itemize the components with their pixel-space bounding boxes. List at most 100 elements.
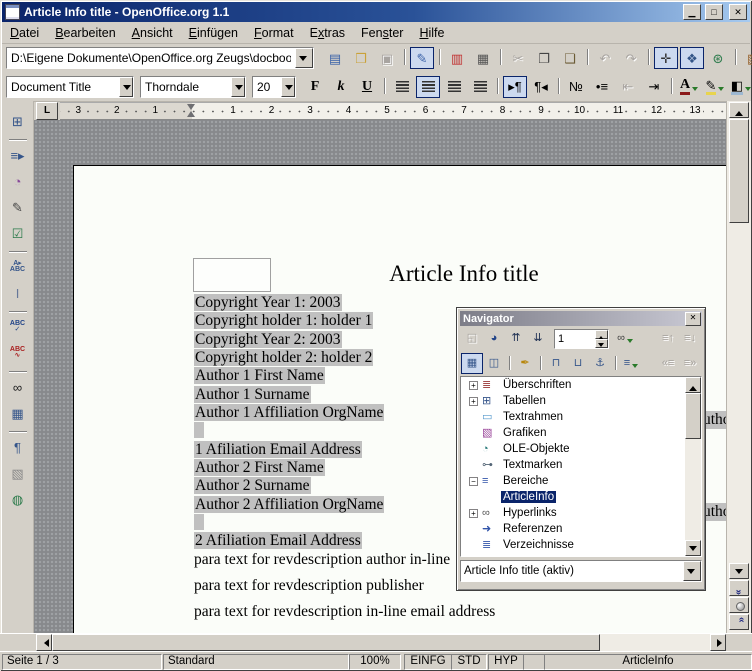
navigator-item-textrahmen[interactable]: ▭ Textrahmen	[461, 409, 701, 425]
set-reminder[interactable]: ✒	[514, 353, 536, 374]
underline[interactable]: U	[355, 76, 379, 98]
doc-line[interactable]: 1 Afiliation Email Address	[194, 441, 384, 459]
footer-toggle[interactable]: ⊔	[567, 353, 589, 374]
cut[interactable]: ✂	[506, 47, 530, 69]
insert-fields[interactable]: ≡▸	[6, 144, 30, 166]
tree-scroll-down-button[interactable]	[685, 540, 701, 556]
align-left[interactable]	[390, 76, 414, 98]
doc-line[interactable]: Author 1 Surname	[194, 386, 384, 404]
status-hyperlink-mode[interactable]: HYP	[488, 654, 524, 670]
tree-expander[interactable]: +	[469, 381, 482, 390]
menu-einfuegen[interactable]: Einfügen	[181, 24, 246, 42]
bold[interactable]: F	[303, 76, 327, 98]
style-dropdown-button[interactable]	[119, 77, 133, 97]
drag-mode[interactable]: ∞	[614, 328, 636, 349]
spin-up-button[interactable]	[595, 330, 608, 339]
menu-hilfe[interactable]: Hilfe	[411, 24, 452, 42]
spellcheck[interactable]: ABC ✓	[6, 316, 30, 338]
doc-line[interactable]	[194, 422, 384, 440]
increase-indent[interactable]: ⇥	[642, 76, 666, 98]
tree-scroll-up-button[interactable]	[685, 377, 701, 393]
direct-cursor[interactable]: I	[6, 282, 30, 304]
tree-expander[interactable]	[469, 429, 482, 438]
copy[interactable]: ❐	[532, 47, 556, 69]
navigator-tree-scrollbar[interactable]	[685, 377, 701, 556]
doc-paragraph[interactable]: para text for revdescription publisher	[194, 576, 495, 602]
nonprinting-characters[interactable]: ¶	[6, 436, 30, 458]
edit-file[interactable]: ✎	[410, 47, 434, 69]
doc-line[interactable]: Author 2 First Name	[194, 459, 384, 477]
navigator-item-grafiken[interactable]: ▧ Grafiken	[461, 425, 701, 441]
spin-down-button[interactable]	[595, 339, 608, 348]
status-insert-mode[interactable]: EINFG	[404, 654, 452, 670]
url-input[interactable]	[7, 48, 295, 68]
vertical-scrollbar[interactable]: « «	[726, 101, 751, 633]
open-document[interactable]: ❒	[349, 47, 373, 69]
promote-chapter[interactable]: ≡↑	[657, 328, 679, 349]
menu-datei[interactable]: Datei	[2, 24, 47, 42]
menu-format[interactable]: Format	[246, 24, 302, 42]
doc-line[interactable]: Author 1 First Name	[194, 367, 384, 385]
left-to-right[interactable]: ▸¶	[503, 76, 527, 98]
tree-expander[interactable]: +	[469, 509, 482, 518]
export-pdf[interactable]: ▥	[445, 47, 469, 69]
navigator-document-dropdown-button[interactable]	[683, 561, 701, 581]
decrease-indent[interactable]: ⇤	[616, 76, 640, 98]
page-number-input[interactable]	[555, 330, 595, 348]
list-box-on-off[interactable]: ▦	[461, 353, 483, 374]
italic[interactable]: k	[329, 76, 353, 98]
navigator-title-bar[interactable]: Navigator ✕	[460, 311, 702, 326]
navigation-dot-button[interactable]	[729, 597, 749, 613]
tree-expander[interactable]	[469, 461, 482, 470]
numbering-on-off[interactable]: №	[564, 76, 588, 98]
doc-line[interactable]: Copyright holder 1: holder 1	[194, 312, 384, 330]
navigator-item-referenzen[interactable]: ➜ Referenzen	[461, 521, 701, 537]
scroll-up-button[interactable]	[729, 102, 749, 118]
tree-expander[interactable]: −	[469, 477, 482, 486]
hyperlink-dialog[interactable]: ⊛	[706, 47, 730, 69]
gallery[interactable]: ▧	[741, 47, 752, 69]
doc-line[interactable]: Copyright Year 1: 2003	[194, 294, 384, 312]
previous-object[interactable]: ⇈	[505, 328, 527, 349]
menu-ansicht[interactable]: Ansicht	[124, 24, 181, 42]
close-button[interactable]: ✕	[729, 4, 747, 20]
doc-line[interactable]: Author 1 Affiliation OrgName	[194, 404, 384, 422]
tab-type-selector[interactable]: L	[36, 102, 58, 120]
navigator-item-textmarken[interactable]: ⊶ Textmarken	[461, 457, 701, 473]
insert-object[interactable]: ◔	[6, 170, 30, 192]
highlighting[interactable]: ✎	[703, 76, 727, 98]
navigator-item-articleinfo[interactable]: ArticleInfo	[461, 489, 701, 505]
scroll-left-button[interactable]	[36, 634, 52, 651]
tree-expander[interactable]: +	[469, 397, 482, 406]
tree-scroll-thumb[interactable]	[685, 393, 701, 439]
status-page[interactable]: Seite 1 / 3	[2, 654, 162, 670]
navigator-item-verzeichnisse[interactable]: ≣ Verzeichnisse	[461, 537, 701, 553]
font-name-input[interactable]	[141, 77, 231, 97]
redo[interactable]: ↷	[619, 47, 643, 69]
navigator-item-tabellen[interactable]: + ⊞ Tabellen	[461, 393, 701, 409]
navigator-toggle[interactable]: ◱	[461, 328, 483, 349]
maximize-button[interactable]: □	[705, 4, 723, 20]
draw-functions[interactable]: ✎	[6, 196, 30, 218]
tree-expander[interactable]	[469, 493, 482, 502]
navigator-close-button[interactable]: ✕	[685, 312, 701, 326]
heading-levels-shown[interactable]: ≡	[620, 353, 642, 374]
status-selection-mode[interactable]: STD	[451, 654, 487, 670]
doc-line[interactable]	[194, 514, 384, 532]
align-center[interactable]	[416, 76, 440, 98]
horizontal-scroll-thumb[interactable]	[52, 634, 600, 651]
bullets-on-off[interactable]: •≡	[590, 76, 614, 98]
demote-chapter[interactable]: ≡↓	[679, 328, 701, 349]
navigator-item-ueberschriften[interactable]: + ≣ Überschriften	[461, 377, 701, 393]
tree-expander[interactable]	[469, 413, 482, 422]
find-replace[interactable]: ∞	[6, 376, 30, 398]
navigator-item-ole-objekte[interactable]: ◔ OLE-Objekte	[461, 441, 701, 457]
doc-line[interactable]: Copyright holder 2: holder 2	[194, 349, 384, 367]
align-justify[interactable]	[468, 76, 492, 98]
tree-expander[interactable]	[469, 541, 482, 550]
data-sources[interactable]: ▦	[6, 402, 30, 424]
stylist[interactable]: ❖	[680, 47, 704, 69]
url-dropdown-button[interactable]	[295, 48, 313, 68]
next-object[interactable]: ⇊	[527, 328, 549, 349]
font-color[interactable]: A	[677, 76, 701, 98]
